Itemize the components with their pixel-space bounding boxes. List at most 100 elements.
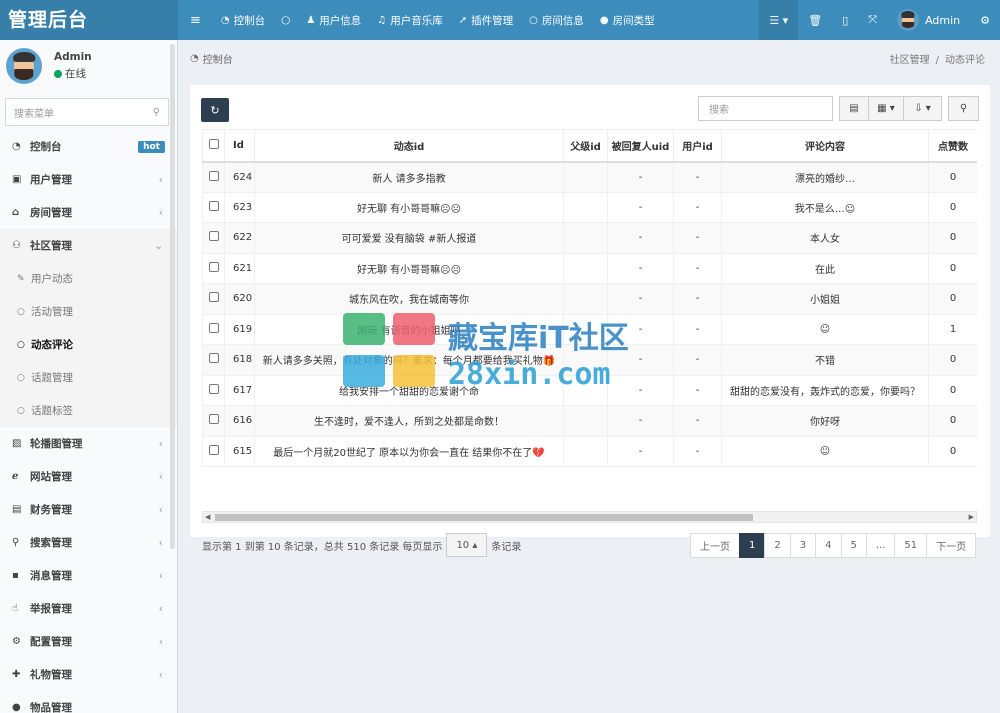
language-icon: ▯ — [842, 13, 849, 27]
topnav-room-type[interactable]: ● 房间类型 — [592, 0, 663, 40]
table-row[interactable]: 616 生不逢时，爱不逢人，所到之处都是命数！ - - 你好呀 0 — [202, 405, 977, 437]
column-header[interactable]: 用户id — [673, 129, 722, 163]
sidebar-toggle-button[interactable]: ≡ — [178, 0, 213, 40]
sidebar-item-community[interactable]: ⚇ 社区管理 ⌄ — [0, 229, 177, 262]
settings-button[interactable]: ⚙ — [970, 0, 1000, 40]
page-button[interactable]: 1 — [739, 533, 766, 558]
fullscreen-button[interactable]: ⤧ — [858, 0, 887, 40]
table-horizontal-scrollbar[interactable]: ◀ ▶ — [202, 511, 977, 523]
top-nav: ≡ ◔ 控制台 ○ ♟ 用户信息 ♫ 用户音乐库 ➚ 插件管理 ○ 房间信息 ● 房间类型 — [178, 0, 759, 40]
hot-badge: hot — [138, 140, 165, 153]
page-size-select[interactable]: 10 ▴ — [446, 533, 488, 557]
sidebar-item-rooms[interactable]: ⌂ 房间管理 ‹ — [0, 196, 177, 229]
language-button[interactable]: ▯ — [832, 0, 858, 40]
row-checkbox[interactable] — [202, 313, 225, 345]
sidebar-scrollbar[interactable] — [170, 44, 175, 549]
menu-icon: ≡ — [190, 12, 201, 28]
sidebar-item-config[interactable]: ⚙ 配置管理 ‹ — [0, 625, 177, 658]
row-checkbox[interactable] — [202, 161, 225, 193]
row-checkbox[interactable] — [202, 191, 225, 223]
table-cell — [563, 405, 608, 437]
table-cell: 城东风在吹，我在城南等你 — [254, 283, 564, 315]
clear-cache-button[interactable]: 🗑 — [798, 0, 832, 40]
sidebar-item-website[interactable]: ℯ 网站管理 ‹ — [0, 460, 177, 493]
prev-page-button[interactable]: 上一页 — [690, 533, 740, 558]
sidebar-sub-topic-tags[interactable]: ○ 话题标签 — [0, 394, 177, 427]
sidebar-item-messages[interactable]: ▪ 消息管理 ‹ — [0, 559, 177, 592]
advanced-search-button[interactable]: ⚲ — [948, 96, 979, 121]
sidebar-item-finance[interactable]: ▤ 财务管理 ‹ — [0, 493, 177, 526]
scroll-left-icon[interactable]: ◀ — [205, 512, 210, 522]
sidebar-item-users[interactable]: ▣ 用户管理 ‹ — [0, 163, 177, 196]
column-header[interactable]: 点赞数 — [928, 129, 977, 163]
sidebar-item-search[interactable]: ⚲ 搜索管理 ‹ — [0, 526, 177, 559]
scrollbar-thumb[interactable] — [215, 514, 753, 521]
row-checkbox[interactable] — [202, 252, 225, 284]
export-button[interactable]: ⇩ ▾ — [903, 96, 942, 121]
toggle-view-button[interactable]: ▤ — [839, 96, 869, 121]
page-button[interactable]: 5 — [840, 533, 867, 558]
sidebar-item-reports[interactable]: ☝ 举报管理 ‹ — [0, 592, 177, 625]
topnav-music-library[interactable]: ♫ 用户音乐库 — [369, 0, 450, 40]
row-checkbox[interactable] — [202, 405, 225, 437]
gears-icon: ⚙ — [980, 13, 990, 27]
column-header[interactable]: 父级id — [563, 129, 608, 163]
table-cell: 小姐姐 — [721, 283, 929, 315]
table-cell: 新人 请多多指教 — [254, 161, 564, 193]
column-header[interactable]: 被回复人uid — [607, 129, 674, 163]
table-row[interactable]: 618 新人请多多关照，有处对象的吗？要求：每个月都要给我买礼物🎁 - - 不错 0 — [202, 344, 977, 376]
page-button[interactable]: 2 — [764, 533, 791, 558]
row-checkbox[interactable] — [202, 435, 225, 467]
table-cell: 623 — [224, 191, 255, 223]
table-row[interactable]: 619 刚玩 有语音的小姐姐吗 - - ☺ 1 — [202, 313, 977, 345]
table-row[interactable]: 623 好无聊 有小哥哥嘛☹☹ - - 我不是么…☺ 0 — [202, 191, 977, 223]
table-row[interactable]: 621 好无聊 有小哥哥嘛☹☹ - - 在此 0 — [202, 252, 977, 284]
sidebar-sub-activities[interactable]: ○ 活动管理 — [0, 295, 177, 328]
topnav-dashboard[interactable]: ◔ 控制台 — [213, 0, 273, 40]
next-page-button[interactable]: 下一页 — [926, 533, 977, 558]
column-header[interactable]: 评论内容 — [721, 129, 929, 163]
user-menu[interactable]: Admin — [887, 0, 970, 40]
more-menu-button[interactable]: ☰ ▾ — [759, 0, 799, 40]
sidebar-item-carousel[interactable]: ▨ 轮播图管理 ‹ — [0, 427, 177, 460]
column-header[interactable]: Id — [224, 129, 255, 163]
columns-button[interactable]: ▦ ▾ — [868, 96, 904, 121]
table-cell — [563, 222, 608, 254]
topnav-user-info[interactable]: ♟ 用户信息 — [298, 0, 369, 40]
sidebar-item-items[interactable]: ● 物品管理 — [0, 691, 177, 713]
topnav-plugins[interactable]: ➚ 插件管理 — [451, 0, 521, 40]
column-header[interactable]: 动态id — [254, 129, 564, 163]
table-row[interactable]: 615 最后一个月就20世纪了 原本以为你会一直在 结果你不在了💔 - - ☺ 0 — [202, 435, 977, 467]
topnav-circle[interactable]: ○ — [273, 0, 298, 40]
table-row[interactable]: 620 城东风在吹，我在城南等你 - - 小姐姐 0 — [202, 283, 977, 315]
sidebar-sub-user-posts[interactable]: ✎ 用户动态 — [0, 262, 177, 295]
sidebar-sub-topics[interactable]: ○ 话题管理 — [0, 361, 177, 394]
row-checkbox[interactable] — [202, 344, 225, 376]
table-search-input[interactable]: 搜索 — [698, 96, 833, 121]
app-logo[interactable]: 管理后台 — [0, 0, 178, 40]
table-cell: 甜甜的恋爱没有，轰炸式的恋爱，你要吗？ — [721, 374, 929, 406]
columns-icon: ▦ ▾ — [877, 103, 895, 114]
sidebar-sub-post-comments[interactable]: ○ 动态评论 — [0, 328, 177, 361]
row-checkbox[interactable] — [202, 374, 225, 406]
pagination-info: 显示第 1 到第 10 条记录，总共 510 条记录 每页显示 10 ▴ 条记录 — [202, 533, 521, 557]
topnav-room-info[interactable]: ○ 房间信息 — [521, 0, 592, 40]
scroll-right-icon[interactable]: ▶ — [969, 512, 974, 522]
table-row[interactable]: 617 给我安排一个甜甜的恋爱谢个命 - - 甜甜的恋爱没有，轰炸式的恋爱，你要吗？ 0 — [202, 374, 977, 406]
sidebar-item-gifts[interactable]: ✚ 礼物管理 ‹ — [0, 658, 177, 691]
breadcrumb-parent[interactable]: 社区管理 — [890, 55, 930, 66]
refresh-button[interactable]: ↻ — [201, 98, 229, 122]
select-all-checkbox[interactable] — [202, 129, 225, 163]
dashboard-icon: ◔ — [190, 52, 199, 64]
page-button[interactable]: 4 — [815, 533, 842, 558]
menu-search-input[interactable]: 搜索菜单 ⚲ — [5, 98, 169, 126]
page-button[interactable]: 51 — [894, 533, 928, 558]
page-button[interactable]: 3 — [789, 533, 817, 558]
table-cell: - — [673, 344, 722, 376]
row-checkbox[interactable] — [202, 283, 225, 315]
table-row[interactable]: 622 可可爱爱 没有脑袋 #新人报道 - - 本人女 0 — [202, 222, 977, 254]
sidebar-item-dashboard[interactable]: ◔ 控制台 hot — [0, 130, 177, 163]
table-row[interactable]: 624 新人 请多多指教 - - 漂亮的婚纱… 0 — [202, 161, 977, 193]
row-checkbox[interactable] — [202, 222, 225, 254]
table-cell: 0 — [928, 344, 977, 376]
